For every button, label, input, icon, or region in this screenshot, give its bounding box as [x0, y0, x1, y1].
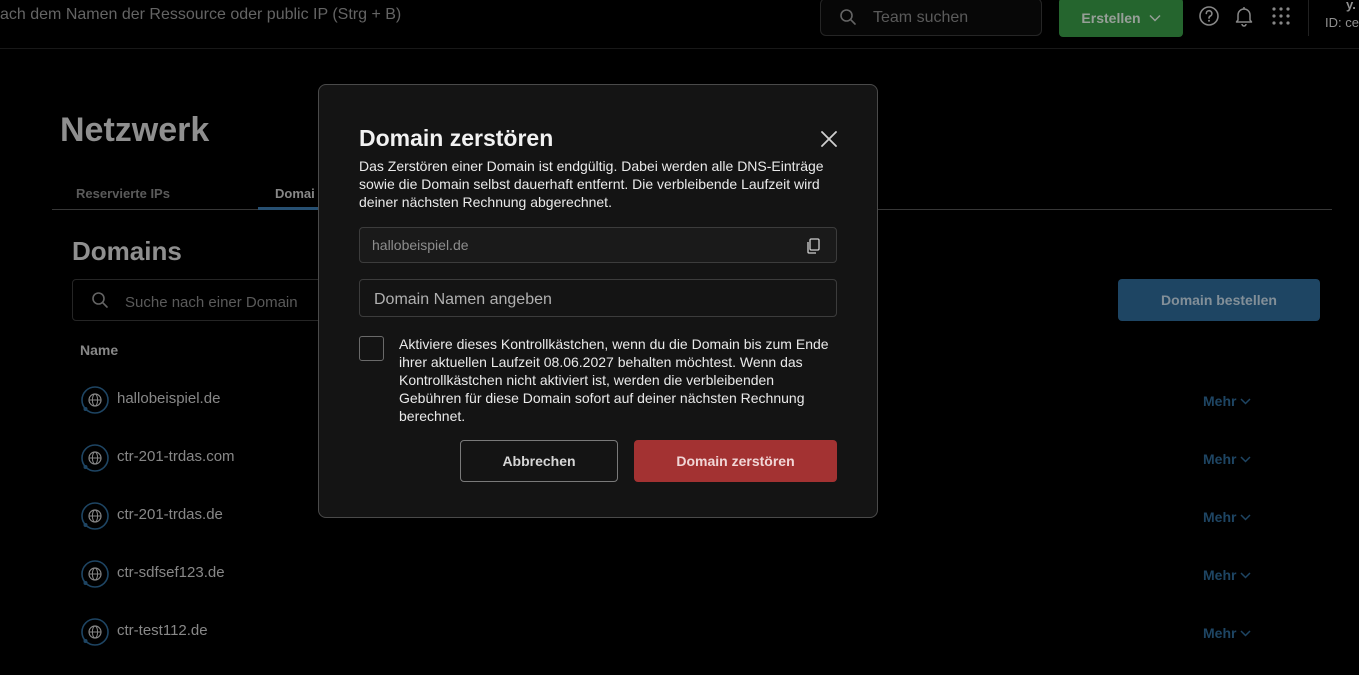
domain-name-input[interactable]: [372, 289, 826, 311]
domain-readonly-value: hallobeispiel.de: [372, 237, 469, 253]
cancel-button[interactable]: Abbrechen: [460, 440, 618, 482]
dialog-description: Das Zerstören einer Domain ist endgültig…: [359, 158, 824, 210]
destroy-domain-dialog: Domain zerstören Das Zerstören einer Dom…: [318, 84, 878, 518]
domain-name-input-box[interactable]: [359, 279, 837, 317]
destroy-domain-button[interactable]: Domain zerstören: [634, 440, 837, 482]
close-icon[interactable]: [821, 131, 837, 147]
copy-icon[interactable]: [806, 238, 820, 254]
domain-readonly-field: hallobeispiel.de: [359, 227, 837, 263]
keep-domain-checkbox-label: Aktiviere dieses Kontrollkästchen, wenn …: [399, 336, 829, 424]
dialog-title: Domain zerstören: [359, 125, 554, 151]
keep-domain-checkbox[interactable]: [359, 336, 384, 361]
